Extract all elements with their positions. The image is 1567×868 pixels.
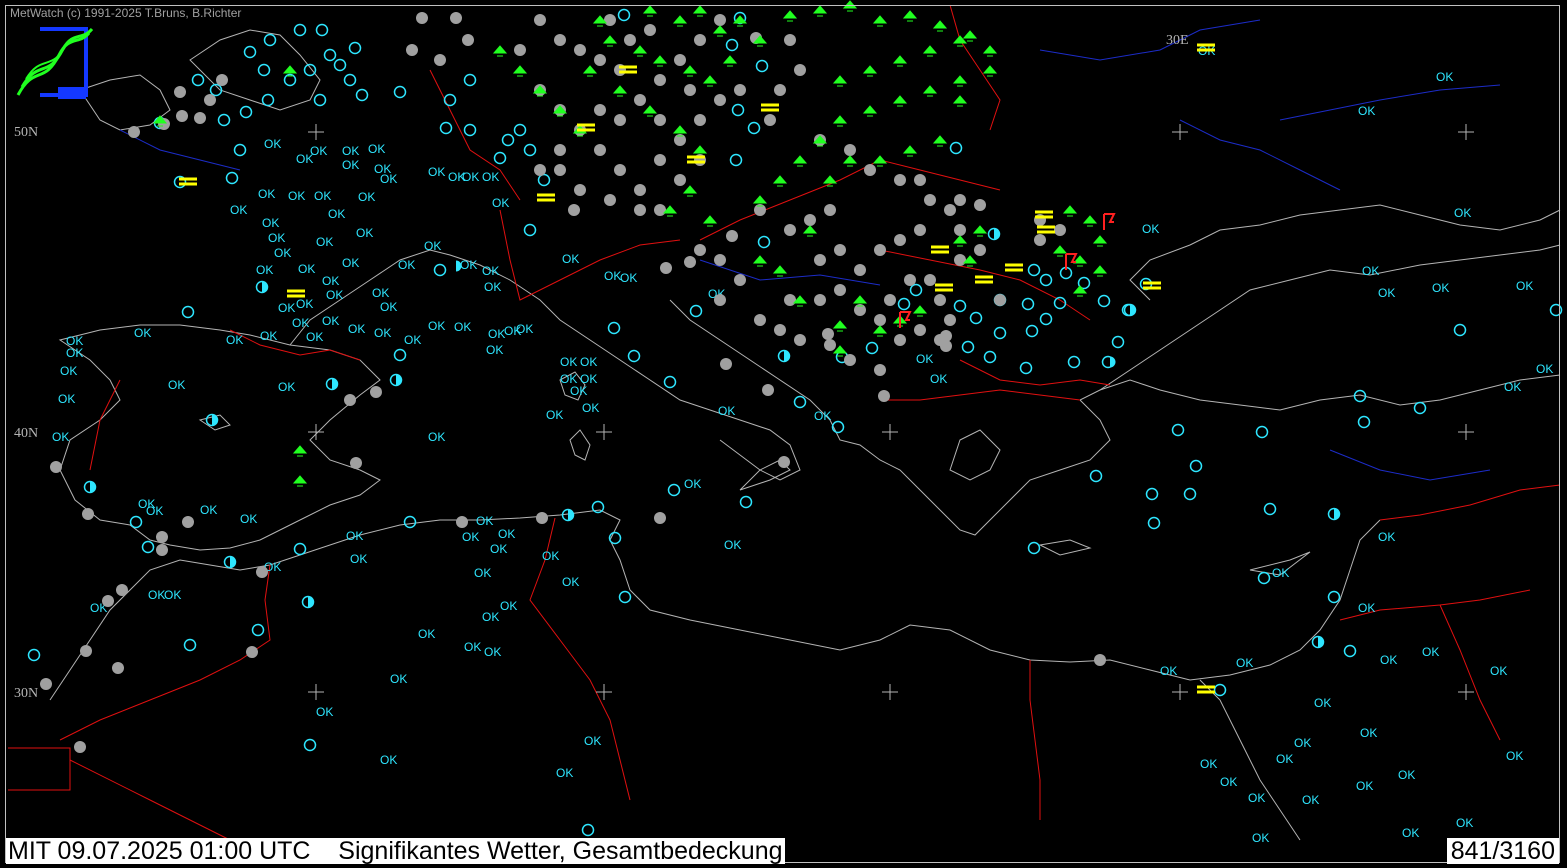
metwatch-logo [16,27,94,99]
status-bar-left: MIT 09.07.2025 01:00 UTC Signifikantes W… [6,837,785,865]
map-datetime: MIT 09.07.2025 01:00 UTC [8,837,311,865]
map-product-title: Signifikantes Wetter, Gesamtbedeckung [338,837,783,865]
copyright-text: MetWatch (c) 1991-2025 T.Bruns, B.Richte… [10,6,242,20]
map-frame [5,5,1560,863]
station-count: 841/3160 [1446,838,1559,865]
